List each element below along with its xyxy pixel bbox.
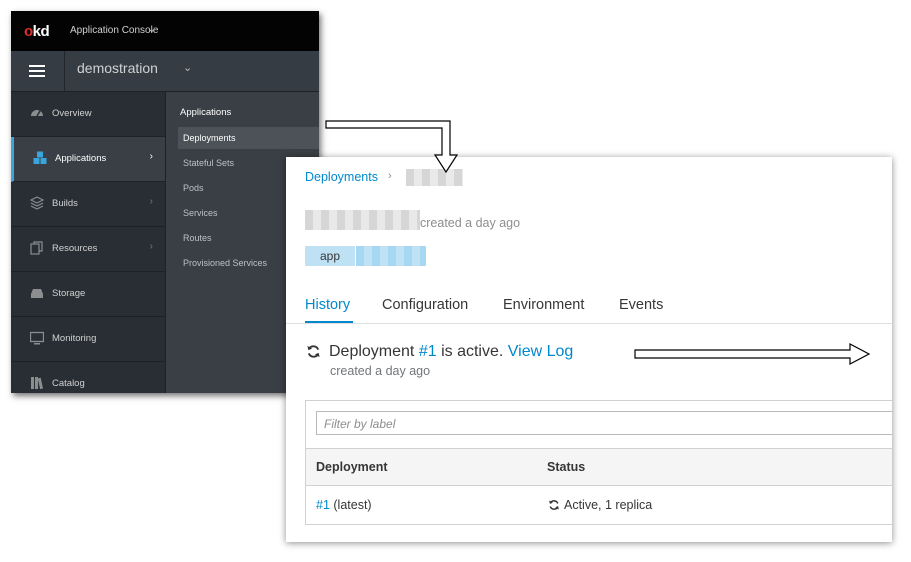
annotation-arrows (325, 120, 871, 365)
arrow-to-log (634, 343, 871, 365)
arrow-to-detail (325, 120, 459, 174)
